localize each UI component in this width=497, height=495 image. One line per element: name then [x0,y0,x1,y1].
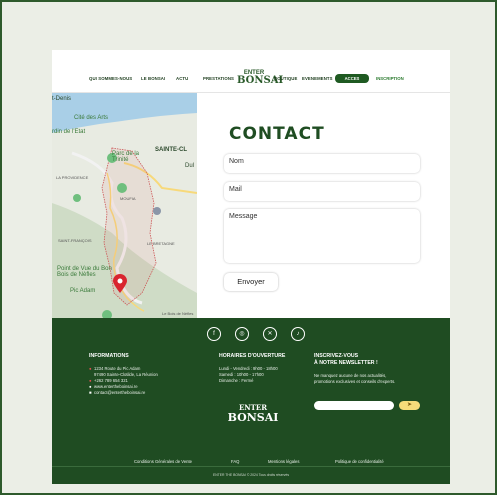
map-label-bois-nefles: Le Bois de Nèfles [162,311,194,316]
page-frame: QUI SOMMES-NOUS LE BONSAI ACTU PRESTATIO… [0,0,497,495]
footer-logo[interactable]: ENTER BONSAI [226,404,280,444]
contact-title: CONTACT [229,124,325,144]
send-button[interactable]: Envoyer [224,273,278,291]
facebook-icon[interactable]: f [207,327,221,341]
newsletter-text-1: Ne manquez aucune de nos actualités, [314,373,387,378]
map-label-cite-arts: Cité des Arts [74,115,109,121]
nav-item-boutique[interactable]: BOUTIQUE [274,76,297,81]
site-logo[interactable]: ENTER BONSAI [237,70,284,88]
message-field[interactable]: Message [224,209,420,263]
email-field[interactable]: Mail [224,182,420,201]
email-line[interactable]: ■ contact@entertheboinsai.re [89,390,145,395]
address-text-1: 1234 Route du Pic Adam [94,366,141,371]
map-view[interactable]: t-Denis Cité des Arts rdin de l'Etat Par… [52,93,197,318]
site-footer: f ◎ ✕ ♪ INFORMATIONS ● 1234 Route du Pic … [52,318,450,484]
footer-divider [52,466,450,467]
email-text: contact@entertheboinsai.re [94,390,146,395]
address-line-2: 97490 Sainte-Clotilde, La Réunion [94,372,158,377]
info-heading: INFORMATIONS [89,353,129,359]
newsletter-heading-2: À NOTRE NEWSLETTER ! [314,360,378,366]
newsletter-send-button[interactable]: ➤ [399,401,420,410]
hours-weekdays: Lundi - Vendredi : 9h00 - 18h00 [219,366,278,371]
website-page: QUI SOMMES-NOUS LE BONSAI ACTU PRESTATIO… [52,50,450,484]
logo-bonsai: BONSAI [237,75,284,86]
footer-link-privacy[interactable]: Politique de confidentialité [335,459,384,464]
x-icon[interactable]: ✕ [263,327,277,341]
top-navigation: QUI SOMMES-NOUS LE BONSAI ACTU PRESTATIO… [52,50,450,93]
map-label-pic-adam: Pic Adam [70,288,96,294]
signup-link[interactable]: INSCRIPTION [376,76,404,81]
location-pin-icon[interactable] [113,274,127,294]
newsletter-email-input[interactable] [314,401,394,410]
website-text: www.entertheboinsai.re [94,384,138,389]
map-label-dul: Dul [185,163,195,169]
map-label-bretagne: LE BRETAGNE [147,241,175,246]
nav-item-events[interactable]: EVENEMENTS [302,76,333,81]
nav-item-bonsai[interactable]: LE BONSAI [141,76,165,81]
hours-sunday: Dimanche : Fermé [219,378,254,383]
hours-saturday: Samedi : 10h00 - 17h00 [219,372,264,377]
copyright-text: ENTER THE BONSAI © 2024 Tous droits rése… [212,473,290,477]
instagram-icon[interactable]: ◎ [235,327,249,341]
map-label-parc-trinite: Parc de la Trinité [112,151,140,163]
phone-line[interactable]: ● +262 789 654 321 [89,378,128,383]
map-label-stdenis: t-Denis [52,96,72,102]
newsletter-heading-1: INSCRIVEZ-VOUS [314,353,359,359]
map-label-moufia: MOUFIA [120,196,136,201]
map-label-saint-francois: SAINT-FRANÇOIS [58,238,92,243]
nav-item-prestations[interactable]: PRESTATIONS [203,76,234,81]
phone-text: +262 789 654 321 [94,378,128,383]
website-line[interactable]: ● www.entertheboinsai.re [89,384,138,389]
newsletter-text-2: promotions exclusives et conseils d'expe… [314,379,396,384]
hours-heading: HORAIRES D'OUVERTURE [219,353,286,359]
name-field[interactable]: Nom [224,154,420,173]
address-line-1: ● 1234 Route du Pic Adam [89,366,140,371]
map-label-point-vue: Point de Vue du Bon Bois de Nèfles [57,266,112,278]
paper-plane-icon: ➤ [406,402,413,408]
map-label-sainte-clotilde: SAINTE-CL [155,147,187,153]
map-label-jardin-etat: rdin de l'Etat [52,129,86,135]
footer-link-cgv[interactable]: Conditions Générales de Vente [134,459,192,464]
map-label-providence: LA PROVIDENCE [56,175,89,180]
tiktok-icon[interactable]: ♪ [291,327,305,341]
member-access-button[interactable]: ACCES MEMBRE [335,74,369,90]
footer-link-legal[interactable]: Mentions légales [268,459,299,464]
nav-item-actu[interactable]: ACTU [176,76,188,81]
footer-logo-bonsai: BONSAI [227,411,279,424]
nav-item-who[interactable]: QUI SOMMES-NOUS [89,76,132,81]
footer-link-faq[interactable]: FAQ [231,459,239,464]
